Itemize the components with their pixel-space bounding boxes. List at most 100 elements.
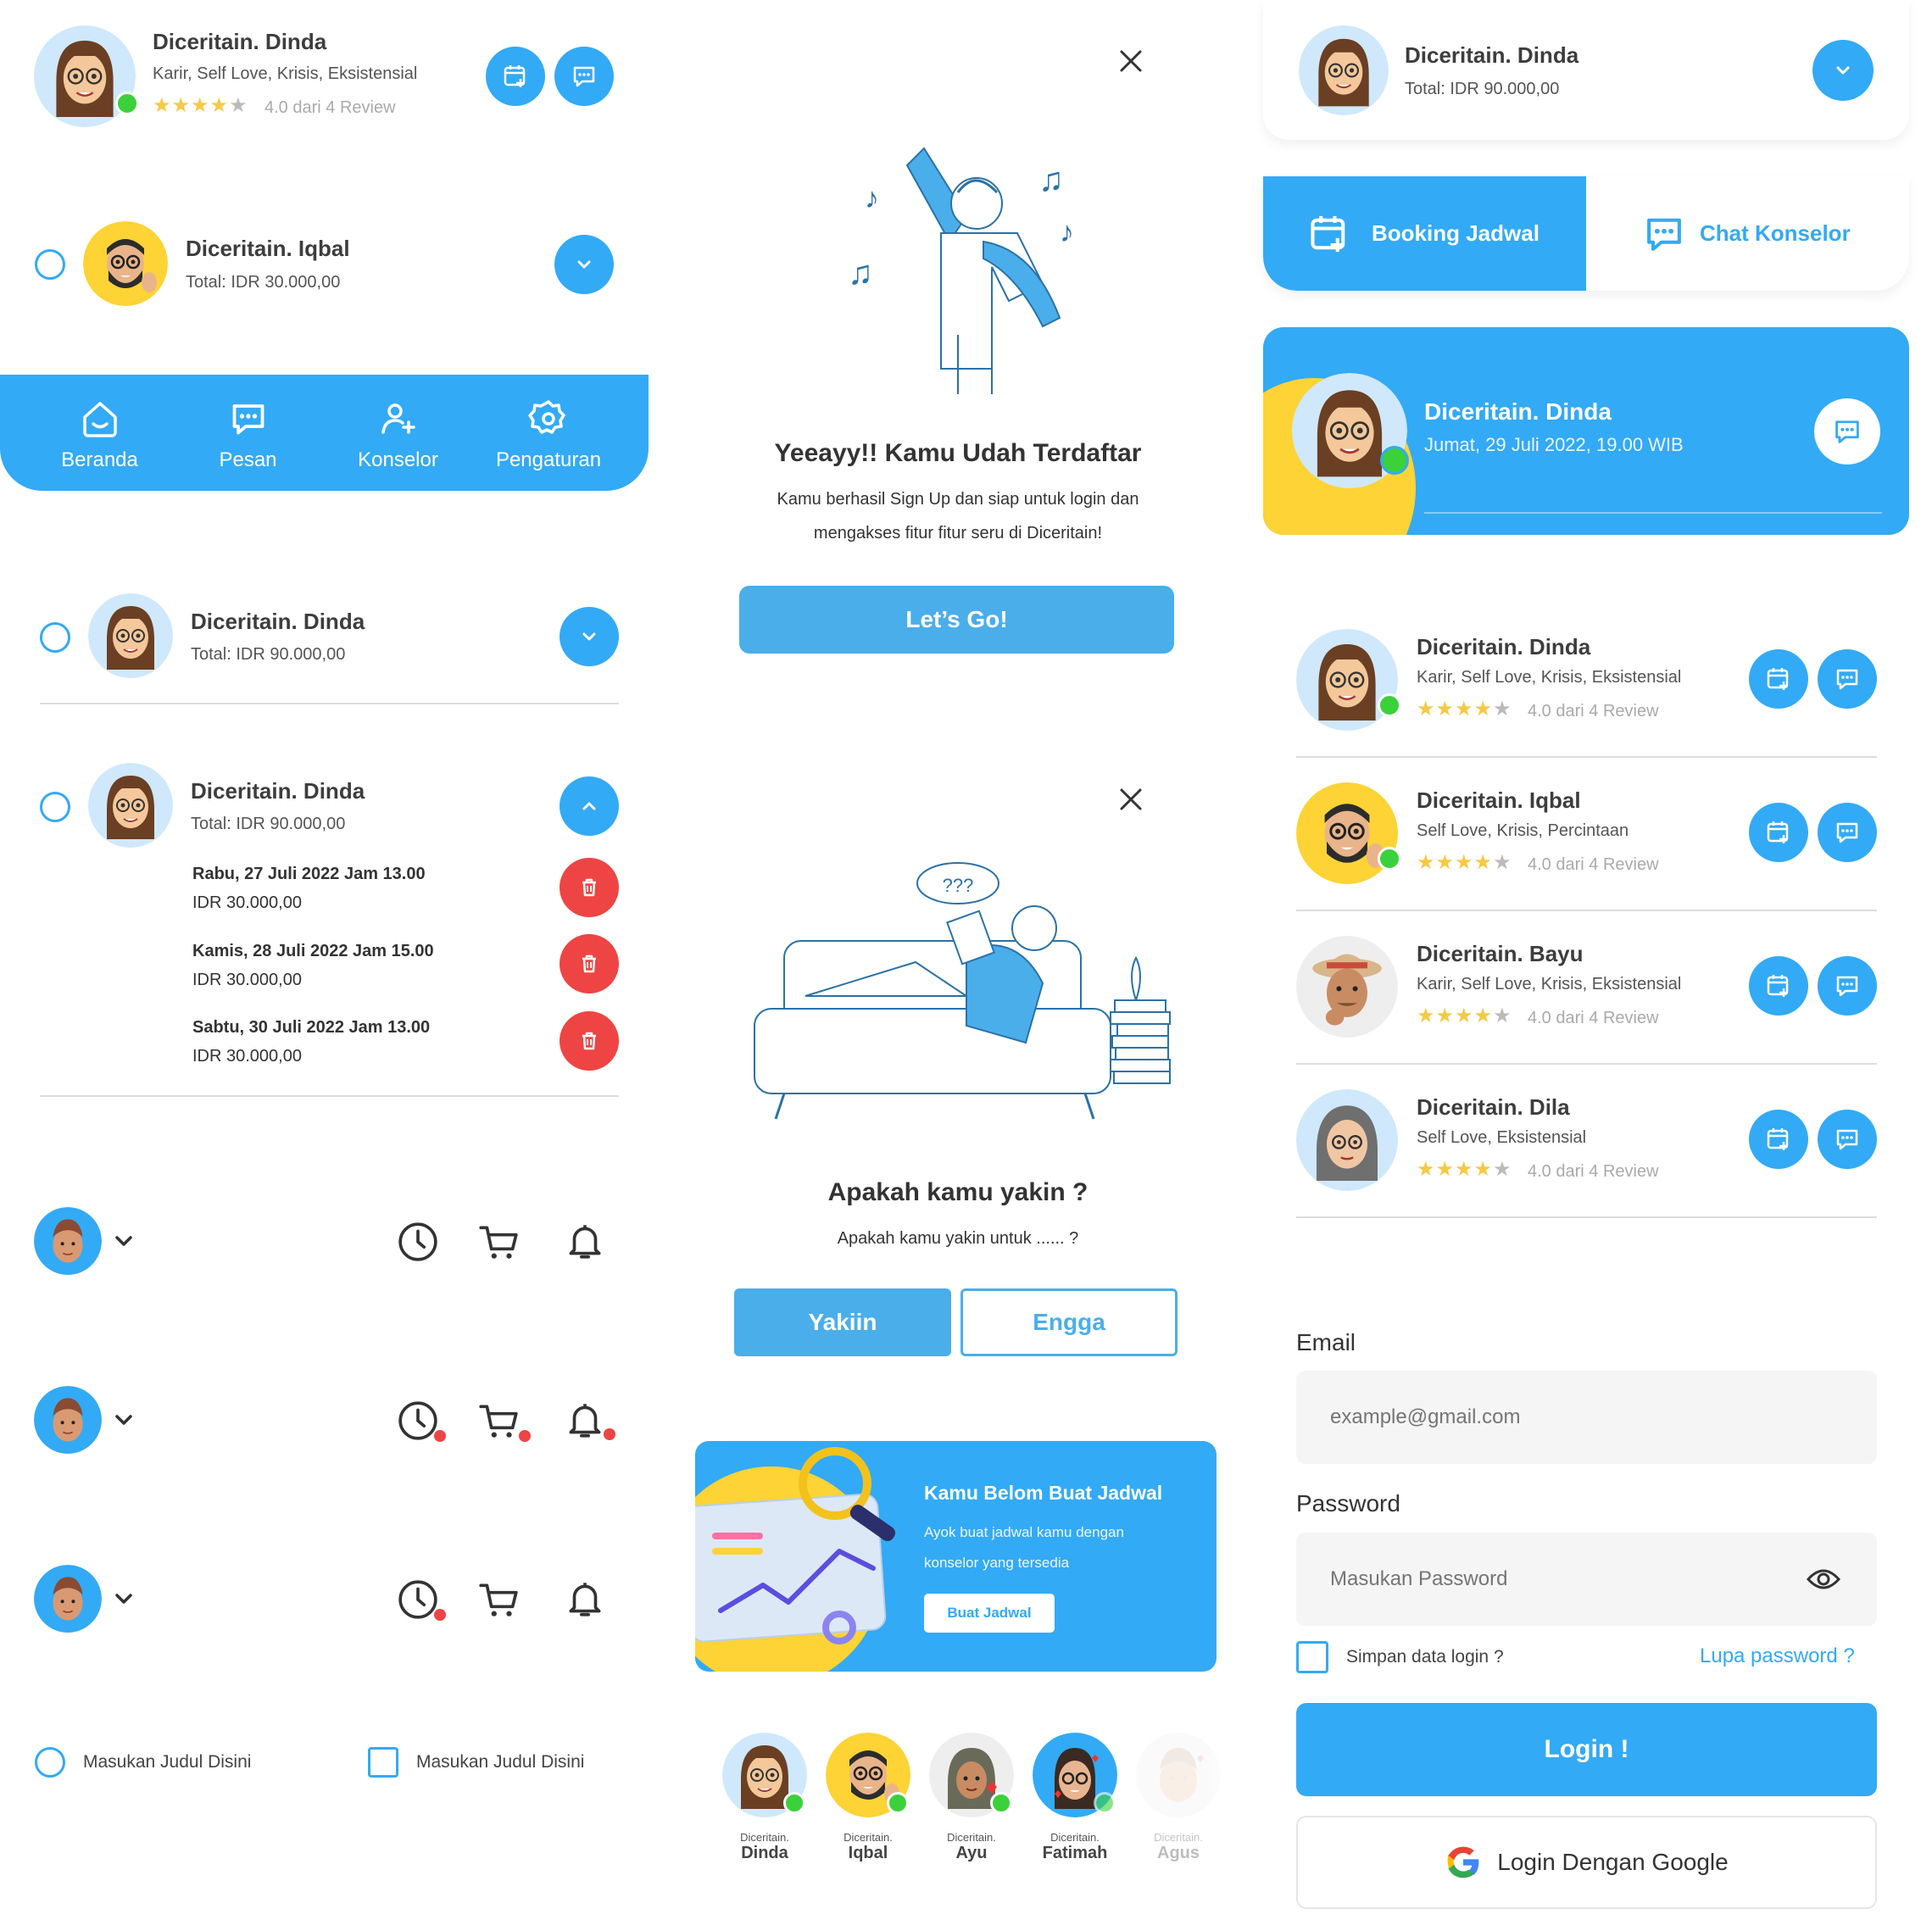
- fade-edge: [1208, 1729, 1233, 1839]
- schedule-price: IDR 30.000,00: [192, 1047, 302, 1066]
- story-name: Iqbal: [848, 1844, 888, 1862]
- chat-button[interactable]: [1818, 1110, 1877, 1169]
- story-item[interactable]: Diceritain. Ayu: [929, 1733, 1014, 1863]
- online-status-dot: [783, 1792, 805, 1814]
- no-schedule-banner: Kamu Belom Buat Jadwal Ayok buat jadwal …: [695, 1441, 1217, 1672]
- nav-item-konselor[interactable]: Konselor: [341, 398, 455, 472]
- story-name: Agus: [1157, 1844, 1200, 1862]
- tab-chat-konselor[interactable]: Chat Konselor: [1586, 176, 1909, 291]
- checkbox-label: Masukan Judul Disini: [416, 1752, 585, 1772]
- tab-booking-jadwal[interactable]: Booking Jadwal: [1263, 176, 1586, 291]
- select-radio[interactable]: [40, 792, 70, 822]
- eye-icon[interactable]: [1807, 1564, 1840, 1594]
- chat-icon: [1647, 218, 1681, 251]
- radio-label: Masukan Judul Disini: [83, 1752, 252, 1772]
- banner-title: Kamu Belom Buat Jadwal: [924, 1482, 1163, 1504]
- delete-button[interactable]: [560, 934, 619, 993]
- history-icon[interactable]: [397, 1400, 439, 1442]
- delete-button[interactable]: [560, 1011, 619, 1071]
- user-avatar[interactable]: [34, 1207, 102, 1275]
- online-status-dot: [1378, 847, 1401, 871]
- chat-button[interactable]: [1818, 649, 1877, 709]
- close-icon[interactable]: [1117, 47, 1144, 75]
- nav-label: Pesan: [219, 448, 277, 471]
- confirm-yes-button[interactable]: Yakiin: [734, 1288, 951, 1356]
- email-input[interactable]: [1296, 1371, 1877, 1464]
- story-prefix: Diceritain.: [1050, 1831, 1100, 1844]
- password-input[interactable]: [1296, 1533, 1877, 1626]
- sample-checkbox[interactable]: [368, 1747, 398, 1778]
- chat-icon: [1834, 1126, 1861, 1153]
- booking-button[interactable]: [1749, 803, 1808, 862]
- google-login-button[interactable]: Login Dengan Google: [1296, 1816, 1877, 1909]
- collapse-button[interactable]: [560, 776, 619, 836]
- booking-button[interactable]: [1749, 956, 1808, 1016]
- chat-icon: [1834, 665, 1861, 693]
- nav-item-pesan[interactable]: Pesan: [191, 398, 305, 472]
- chat-icon: [228, 398, 269, 439]
- expand-button[interactable]: [554, 235, 614, 294]
- svg-text:♫: ♫: [1038, 161, 1064, 198]
- session-time: Jumat, 29 Juli 2022, 19.00 WIB: [1424, 434, 1684, 455]
- notification-dot: [604, 1428, 615, 1440]
- booking-button[interactable]: [1749, 1110, 1808, 1169]
- trash-icon: [576, 950, 603, 977]
- chat-button[interactable]: [554, 47, 614, 106]
- chevron-down-icon[interactable]: [110, 1585, 137, 1612]
- nav-label: Pengaturan: [495, 448, 602, 471]
- counselor-tags: Karir, Self Love, Krisis, Eksistensial: [1417, 668, 1682, 687]
- story-item[interactable]: Diceritain. Iqbal: [826, 1733, 910, 1863]
- sample-radio[interactable]: [35, 1747, 65, 1778]
- booking-button[interactable]: [1749, 649, 1808, 709]
- counselor-name: Diceritain. Dinda: [191, 609, 365, 634]
- chevron-down-icon: [571, 251, 598, 278]
- banner-text-line1: Ayok buat jadwal kamu dengan: [924, 1524, 1124, 1540]
- lets-go-button[interactable]: Let’s Go!: [739, 586, 1174, 654]
- upcoming-session-card[interactable]: Diceritain. Dinda Jumat, 29 Juli 2022, 1…: [1263, 327, 1909, 535]
- rating-stars: ★★★★★: [1417, 698, 1512, 721]
- story-item[interactable]: Diceritain. Dinda: [722, 1733, 807, 1863]
- rating-text: 4.0 dari 4 Review: [1528, 1009, 1659, 1027]
- close-icon[interactable]: [1117, 786, 1144, 813]
- select-radio[interactable]: [40, 622, 70, 653]
- chevron-down-icon[interactable]: [110, 1406, 137, 1433]
- counselor-name: Diceritain. Dinda: [1417, 634, 1591, 659]
- nav-item-beranda[interactable]: Beranda: [42, 398, 157, 472]
- remember-checkbox[interactable]: [1296, 1641, 1328, 1673]
- modal-text: Apakah kamu yakin untuk ...... ?: [837, 1229, 1079, 1248]
- nav-label: Konselor: [358, 448, 438, 471]
- user-avatar[interactable]: [34, 1565, 102, 1633]
- history-icon[interactable]: [397, 1578, 439, 1621]
- delete-button[interactable]: [560, 858, 619, 917]
- user-avatar[interactable]: [34, 1386, 102, 1454]
- chat-button[interactable]: [1818, 956, 1877, 1016]
- booking-button[interactable]: [486, 47, 545, 106]
- bell-icon[interactable]: [564, 1577, 606, 1621]
- confirm-no-button[interactable]: Engga: [960, 1288, 1178, 1356]
- login-button[interactable]: Login !: [1296, 1703, 1877, 1796]
- expand-button[interactable]: [560, 607, 619, 666]
- counselor-name: Diceritain. Iqbal: [186, 236, 350, 261]
- cart-icon[interactable]: [476, 1221, 521, 1263]
- forgot-password-link[interactable]: Lupa password ?: [1700, 1644, 1855, 1668]
- counselor-name: Diceritain. Dinda: [191, 778, 365, 804]
- select-radio[interactable]: [35, 249, 65, 280]
- order-summary-header: Diceritain. Dinda Total: IDR 90.000,00: [1263, 0, 1909, 140]
- story-item[interactable]: Diceritain. Fatimah: [1033, 1733, 1117, 1863]
- chevron-down-icon[interactable]: [110, 1227, 137, 1255]
- nav-item-pengaturan[interactable]: Pengaturan: [485, 398, 612, 472]
- bottom-nav: Beranda Pesan Konselor Pengaturan: [0, 375, 649, 491]
- chat-button[interactable]: [1818, 803, 1877, 862]
- bell-icon[interactable]: [564, 1219, 606, 1263]
- history-icon[interactable]: [397, 1221, 439, 1263]
- divider: [1296, 1063, 1877, 1065]
- bell-icon[interactable]: [564, 1398, 606, 1442]
- expand-button[interactable]: [1812, 40, 1874, 101]
- calendar-add-icon: [1765, 1126, 1792, 1153]
- remember-label: Simpan data login ?: [1346, 1647, 1504, 1667]
- chat-button[interactable]: [1814, 398, 1880, 465]
- cart-icon[interactable]: [476, 1578, 521, 1621]
- cart-icon[interactable]: [476, 1400, 521, 1442]
- buat-jadwal-button[interactable]: Buat Jadwal: [924, 1594, 1055, 1633]
- calendar-add-icon: [1307, 212, 1351, 256]
